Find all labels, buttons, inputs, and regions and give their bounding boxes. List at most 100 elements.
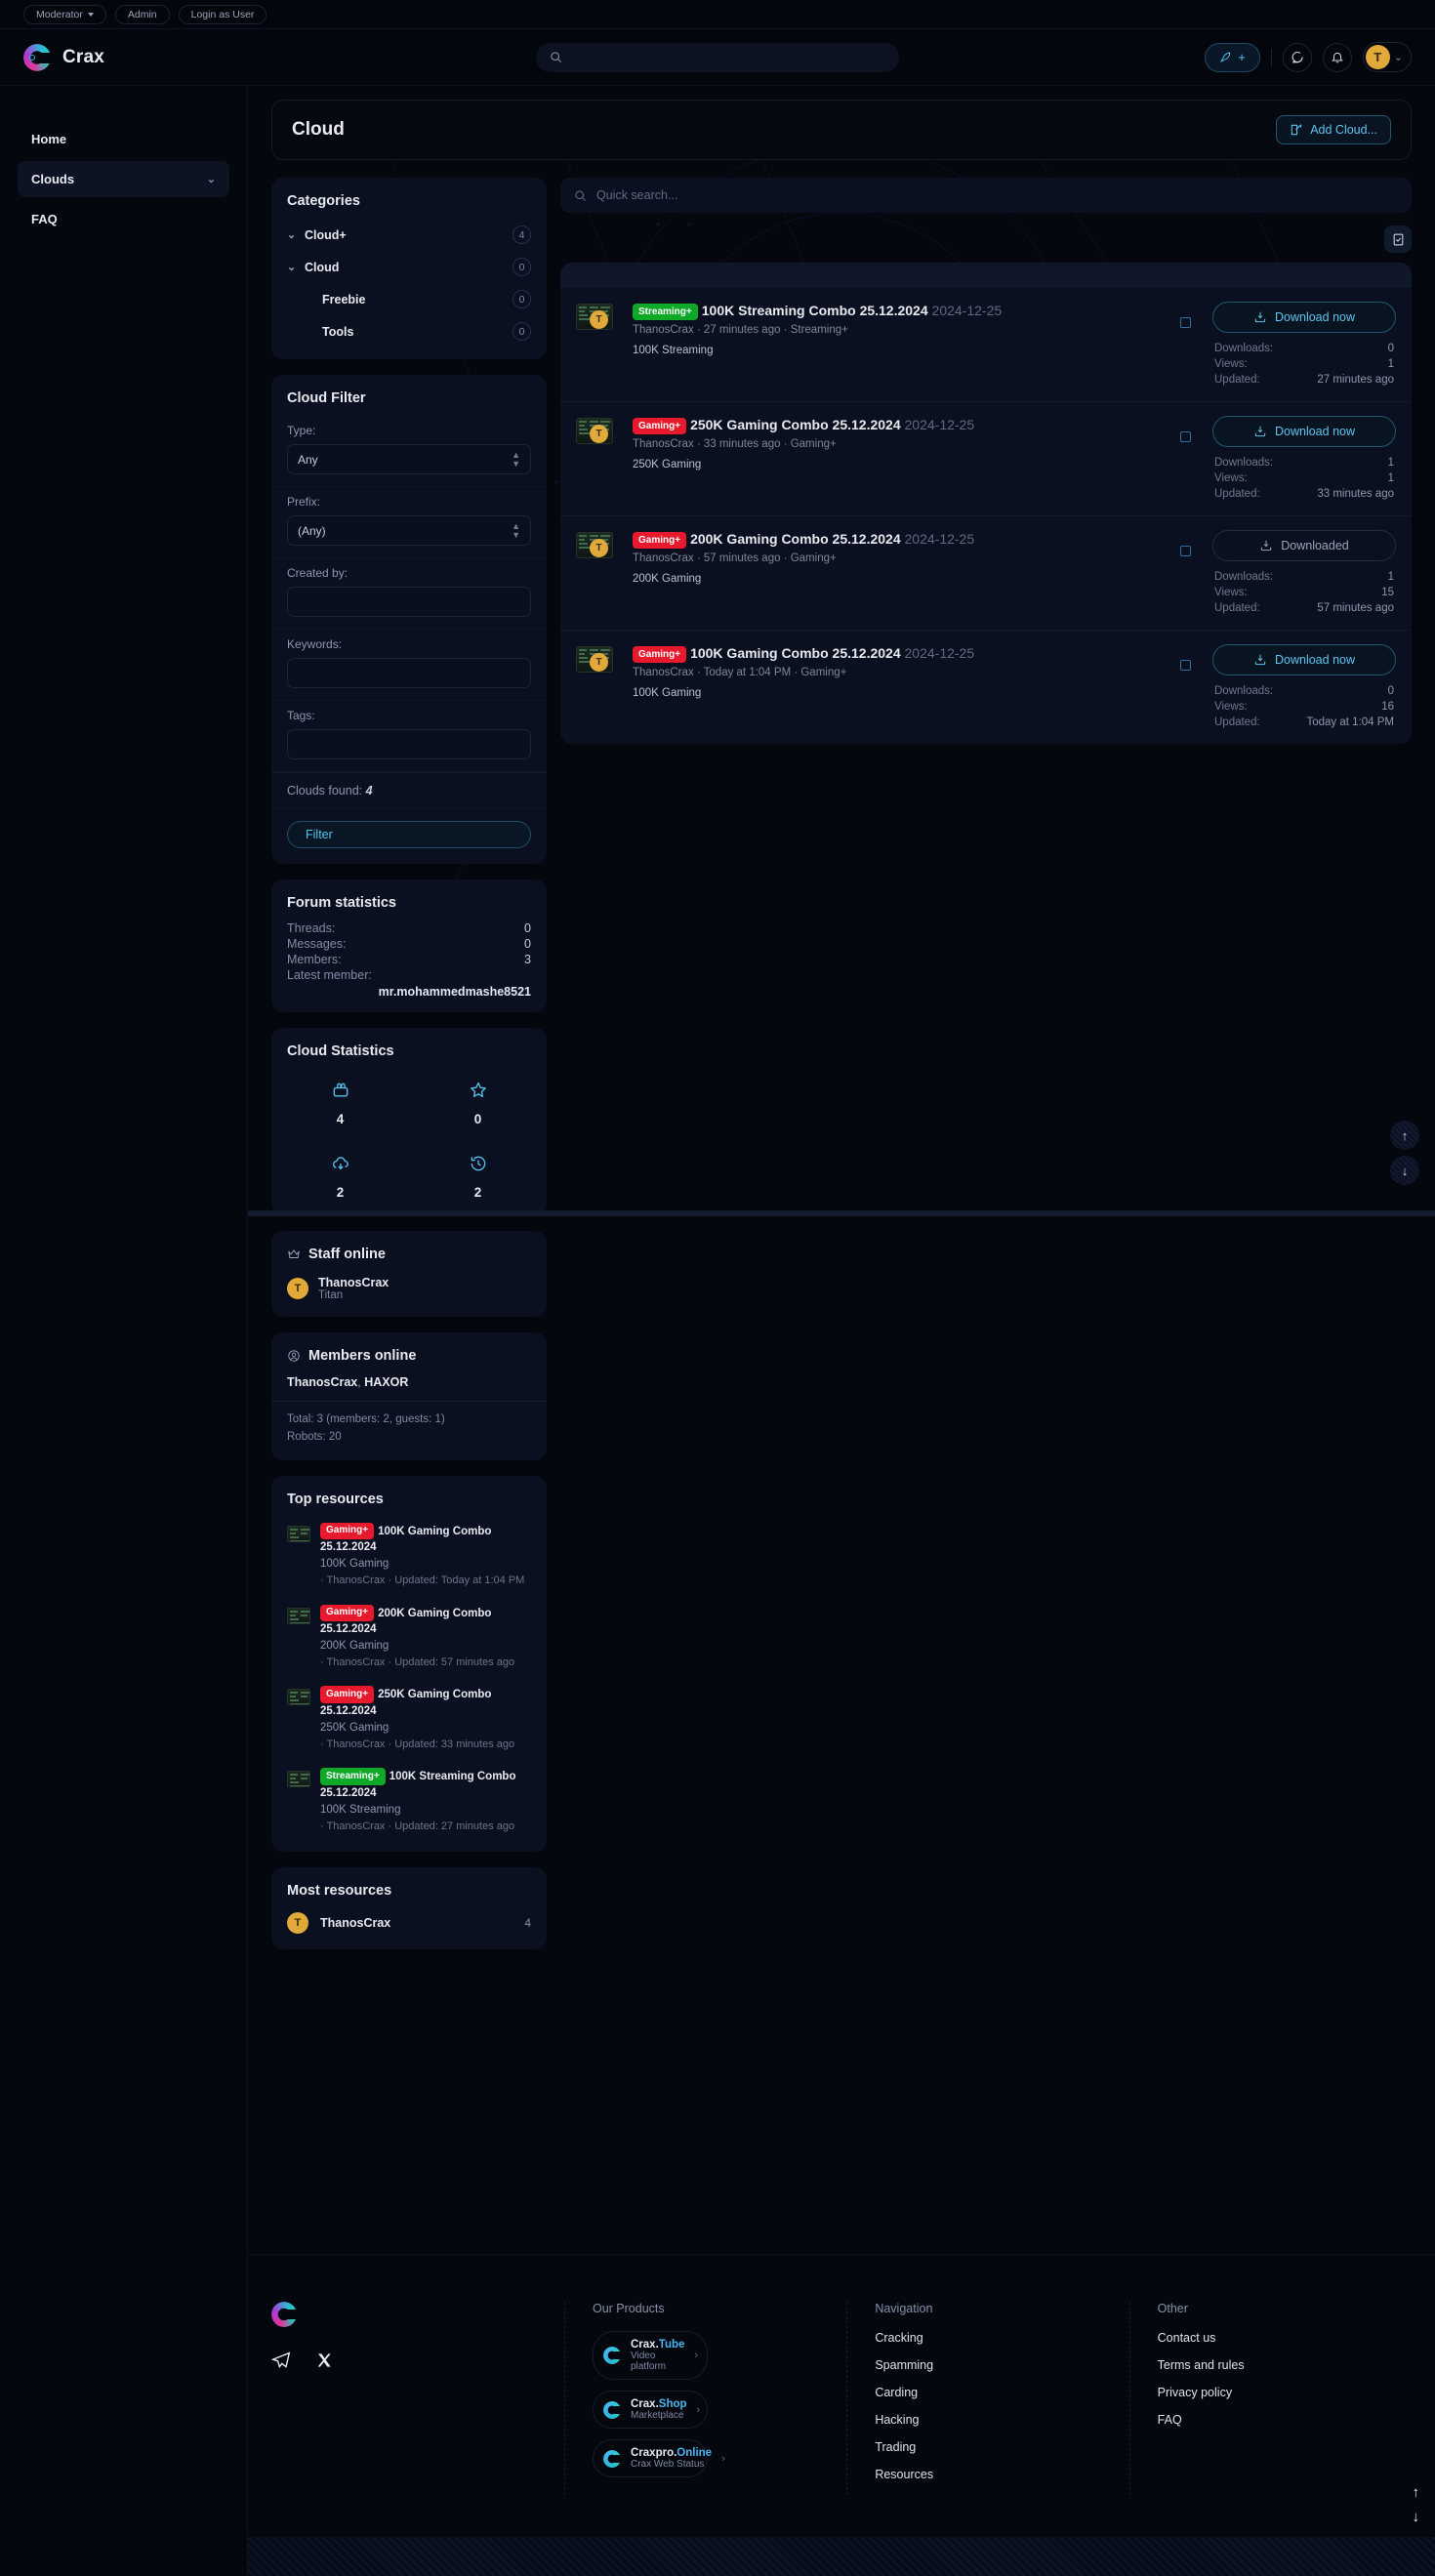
filter-tags-input[interactable] — [287, 729, 531, 759]
category-item-cloud[interactable]: ⌄ Cloud 0 — [271, 251, 547, 283]
cloud-stat-value: 4 — [336, 1112, 345, 1126]
staff-online-user[interactable]: T ThanosCrax Titan — [271, 1272, 547, 1317]
brand[interactable]: Crax — [23, 43, 248, 71]
footer-product-card[interactable]: Crax.Shop Marketplace › — [593, 2391, 708, 2429]
top-resources-title: Top resources — [287, 1491, 384, 1507]
resource-checkbox[interactable] — [1180, 546, 1191, 556]
table-row[interactable]: T Gaming+ 200K Gaming Combo 25.12.2024 20… — [560, 516, 1412, 631]
horizontal-scrollbar[interactable] — [248, 1210, 1435, 1216]
notifications-button[interactable] — [1322, 42, 1352, 72]
resource-title[interactable]: Gaming+ 200K Gaming Combo 25.12.2024 2024… — [633, 530, 1180, 549]
content-scroll-arrows: ↑ ↓ — [1390, 1121, 1419, 1185]
staff-pill-admin[interactable]: Admin — [114, 4, 170, 24]
updated-label: Updated: — [1214, 488, 1260, 500]
nav-item-clouds[interactable]: Clouds ⌄ — [18, 161, 229, 197]
category-item-cloudplus[interactable]: ⌄ Cloud+ 4 — [271, 219, 547, 251]
resource-checkbox[interactable] — [1180, 317, 1191, 328]
resource-subtitle: ThanosCrax · 33 minutes ago · Gaming+ — [633, 437, 837, 450]
top-resource-item[interactable]: Gaming+ 200K Gaming Combo 25.12.2024 200K… — [271, 1599, 547, 1681]
footer-other-link[interactable]: Contact us — [1158, 2331, 1412, 2345]
footer-nav-link[interactable]: Hacking — [875, 2413, 1128, 2427]
resource-title[interactable]: Streaming+ 100K Streaming Combo 25.12.202… — [633, 302, 1180, 320]
updated-value: Today at 1:04 PM — [1306, 716, 1395, 728]
filter-keywords-input[interactable] — [287, 658, 531, 688]
most-resources-user[interactable]: T ThanosCrax 4 — [271, 1908, 547, 1949]
create-post-button[interactable]: + — [1205, 42, 1260, 72]
add-cloud-button[interactable]: Add Cloud... — [1276, 115, 1391, 144]
footer-other-link[interactable]: Privacy policy — [1158, 2386, 1412, 2399]
download-button[interactable]: Download now — [1212, 644, 1396, 675]
header-search-input[interactable] — [536, 42, 899, 72]
resource-title[interactable]: Gaming+ 100K Gaming Combo 25.12.2024 2024… — [633, 644, 1180, 663]
filter-type-select[interactable]: Any ▲ ▼ — [287, 444, 531, 474]
filter-created-by-field: Created by: — [271, 558, 547, 630]
staff-pill-label: Admin — [127, 8, 157, 20]
cloud-stat-cell: 0 — [409, 1069, 547, 1142]
download-button[interactable]: Download now — [1212, 416, 1396, 447]
quick-search-input[interactable]: Quick search... — [560, 178, 1412, 213]
select-all-button[interactable] — [1384, 225, 1412, 253]
x-twitter-icon[interactable] — [316, 2352, 332, 2368]
filter-submit-button[interactable]: Filter — [287, 821, 531, 848]
resource-column: Quick search... T Streaming+ 100K Streami… — [560, 178, 1412, 1965]
scroll-down-button[interactable]: ↓ — [1390, 1156, 1419, 1185]
top-resource-item[interactable]: Streaming+ 100K Streaming Combo 25.12.202… — [271, 1762, 547, 1844]
staff-pill-label: Login as User — [190, 8, 255, 20]
member-name[interactable]: ThanosCrax — [287, 1375, 357, 1389]
site-footer: Our Products Crax.Tube Video platform › … — [248, 2254, 1435, 2576]
filter-prefix-field: Prefix: (Any) ▲ ▼ — [271, 487, 547, 558]
footer-nav-link[interactable]: Carding — [875, 2386, 1128, 2399]
footer-nav-link[interactable]: Cracking — [875, 2331, 1128, 2345]
views-label: Views: — [1214, 701, 1248, 713]
resource-checkbox[interactable] — [1180, 660, 1191, 671]
resource-checkbox[interactable] — [1180, 431, 1191, 442]
downloads-line: Downloads: 0 — [1212, 341, 1396, 356]
quick-search-placeholder: Quick search... — [596, 188, 678, 202]
filter-prefix-select[interactable]: (Any) ▲ ▼ — [287, 515, 531, 546]
footer-product-card[interactable]: Craxpro.Online Crax Web Status › — [593, 2439, 725, 2477]
nav-item-faq[interactable]: FAQ — [18, 201, 229, 237]
download-button[interactable]: Download now — [1212, 302, 1396, 333]
resource-thumbnail — [287, 1525, 310, 1542]
footer-products-heading: Our Products — [593, 2302, 665, 2315]
download-icon — [1254, 311, 1266, 323]
category-item-freebie[interactable]: Freebie 0 — [271, 283, 547, 315]
top-resource-item[interactable]: Gaming+ 250K Gaming Combo 25.12.2024 250K… — [271, 1680, 547, 1762]
member-name[interactable]: HAXOR — [364, 1375, 408, 1389]
latest-member-row: Latest member: — [271, 967, 547, 983]
resource-description: 200K Gaming — [633, 572, 702, 585]
resource-thumbnail — [287, 1689, 310, 1706]
footer-product-card[interactable]: Crax.Tube Video platform › — [593, 2331, 708, 2380]
telegram-icon[interactable] — [271, 2351, 291, 2370]
nav-item-home[interactable]: Home — [18, 121, 229, 157]
scroll-top-button[interactable]: ↑ — [1413, 2484, 1420, 2501]
filter-type-value: Any — [298, 452, 318, 467]
category-label: Freebie — [322, 292, 366, 307]
footer-other-link[interactable]: Terms and rules — [1158, 2358, 1412, 2372]
category-count: 0 — [512, 290, 531, 308]
user-menu[interactable]: T ⌄ — [1362, 42, 1412, 72]
download-icon — [1261, 540, 1272, 552]
footer-nav-link[interactable]: Trading — [875, 2440, 1128, 2454]
table-row[interactable]: T Gaming+ 100K Gaming Combo 25.12.2024 20… — [560, 631, 1412, 744]
filter-created-by-input[interactable] — [287, 587, 531, 617]
table-row[interactable]: T Streaming+ 100K Streaming Combo 25.12.2… — [560, 288, 1412, 402]
resource-title[interactable]: Gaming+ 250K Gaming Combo 25.12.2024 2024… — [633, 416, 1180, 434]
scroll-bottom-button[interactable]: ↓ — [1413, 2509, 1420, 2525]
footer-nav-link[interactable]: Resources — [875, 2468, 1128, 2481]
staff-pill-login-as-user[interactable]: Login as User — [178, 4, 267, 24]
latest-member-name[interactable]: mr.mohammedmashe8521 — [271, 983, 547, 1012]
footer-product-subtitle: Video platform — [631, 2351, 667, 2372]
category-label: Cloud+ — [305, 227, 347, 242]
top-resource-item[interactable]: Gaming+ 100K Gaming Combo 25.12.2024 100K… — [271, 1517, 547, 1599]
staff-pill-moderator[interactable]: Moderator — [23, 4, 106, 24]
footer-other-link[interactable]: FAQ — [1158, 2413, 1412, 2427]
messages-button[interactable] — [1282, 42, 1312, 72]
spinner-icon: ▲ ▼ — [512, 520, 520, 540]
scroll-up-button[interactable]: ↑ — [1390, 1121, 1419, 1150]
category-item-tools[interactable]: Tools 0 — [271, 315, 547, 348]
category-count: 4 — [512, 225, 531, 244]
download-button[interactable]: Downloaded — [1212, 530, 1396, 561]
footer-nav-link[interactable]: Spamming — [875, 2358, 1128, 2372]
table-row[interactable]: T Gaming+ 250K Gaming Combo 25.12.2024 20… — [560, 402, 1412, 516]
